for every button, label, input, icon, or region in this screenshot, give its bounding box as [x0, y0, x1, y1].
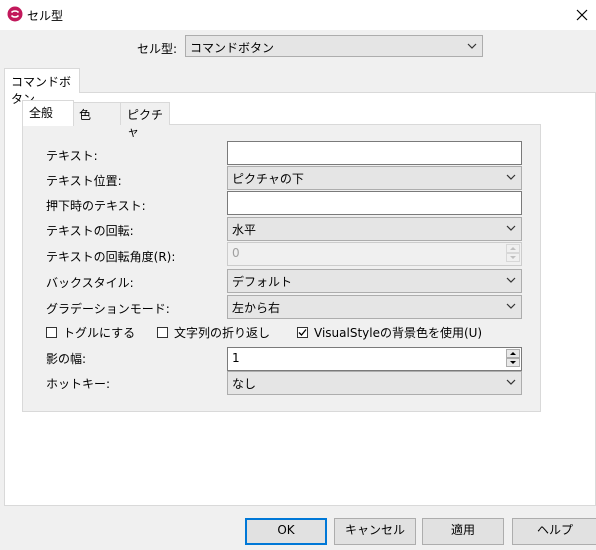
tab-command-button[interactable]: コマンドボタン [4, 68, 80, 106]
gradation-mode-label: グラデーションモード: [46, 302, 170, 316]
hotkey-select[interactable]: なし [227, 371, 522, 395]
spin-buttons [506, 244, 520, 262]
celltype-label: セル型: [137, 42, 178, 56]
gradation-mode-select[interactable]: 左から右 [227, 295, 522, 319]
gradation-mode-value: 左から右 [232, 301, 281, 315]
rotation-angle-label: テキストの回転角度(R): [46, 250, 176, 264]
text-position-value: ピクチャの下 [232, 172, 304, 186]
ok-button[interactable]: OK [245, 518, 327, 545]
checkbox-box [297, 326, 308, 338]
checkbox-box [157, 326, 168, 338]
tab-picture[interactable]: ピクチャ [120, 102, 170, 139]
spin-down-button[interactable] [506, 358, 520, 367]
text-label: テキスト: [46, 149, 98, 163]
text-input[interactable] [227, 141, 522, 165]
chevron-down-icon [506, 379, 516, 385]
close-button[interactable] [568, 2, 596, 28]
text-rotation-label: テキストの回転: [46, 224, 134, 238]
chevron-down-icon [506, 303, 516, 309]
back-style-label: バックスタイル: [46, 276, 134, 290]
toggle-checkbox[interactable]: トグルにする [46, 324, 135, 340]
pressed-text-input[interactable] [227, 191, 522, 215]
shadow-width-value: 1 [232, 351, 240, 365]
shadow-width-label: 影の幅: [46, 352, 87, 366]
back-style-select[interactable]: デフォルト [227, 269, 522, 293]
checkmark-icon [298, 328, 307, 336]
back-style-value: デフォルト [232, 275, 293, 289]
tab-color[interactable]: 色 [72, 102, 122, 125]
text-rotation-select[interactable]: 水平 [227, 217, 522, 241]
hotkey-value: なし [232, 377, 257, 391]
tab-general[interactable]: 全般 [22, 100, 74, 126]
rotation-angle-spinner[interactable]: 0 [227, 242, 522, 266]
chevron-down-icon [467, 43, 477, 49]
toggle-label: トグルにする [63, 325, 136, 340]
window-title: セル型 [27, 9, 64, 23]
wrap-checkbox[interactable]: 文字列の折り返し [157, 324, 270, 340]
chevron-down-icon [506, 174, 516, 180]
close-icon [576, 9, 588, 21]
text-position-select[interactable]: ピクチャの下 [227, 166, 522, 190]
chevron-down-icon [506, 277, 516, 283]
apply-button[interactable]: 適用 [422, 518, 504, 545]
text-position-label: テキスト位置: [46, 174, 122, 188]
hotkey-label: ホットキー: [46, 377, 111, 391]
visualstyle-label: VisualStyleの背景色を使用(U) [314, 325, 483, 340]
cancel-button[interactable]: キャンセル [334, 518, 416, 545]
caret-up-icon [510, 352, 516, 355]
chevron-down-icon [506, 225, 516, 231]
pressed-text-label: 押下時のテキスト: [46, 199, 146, 213]
rotation-angle-value: 0 [232, 246, 240, 260]
caret-down-icon [510, 361, 516, 364]
app-logo-icon [7, 6, 23, 22]
checkbox-box [46, 326, 57, 338]
shadow-width-spinner[interactable]: 1 [227, 347, 522, 371]
visualstyle-checkbox[interactable]: VisualStyleの背景色を使用(U) [297, 324, 482, 340]
celltype-value: コマンドボタン [190, 41, 275, 55]
tab-label: 全般 [29, 106, 54, 120]
tab-label: ピクチャ [127, 108, 164, 139]
spin-buttons [506, 349, 520, 367]
tab-label: 色 [79, 108, 92, 122]
help-button[interactable]: ヘルプ [512, 518, 596, 545]
spin-down-button[interactable] [506, 253, 520, 262]
caret-up-icon [510, 247, 516, 250]
text-rotation-value: 水平 [232, 223, 257, 237]
caret-down-icon [510, 256, 516, 259]
spin-up-button[interactable] [506, 244, 520, 253]
celltype-select[interactable]: コマンドボタン [185, 35, 483, 57]
title-bar [0, 0, 596, 30]
wrap-label: 文字列の折り返し [174, 325, 271, 340]
spin-up-button[interactable] [506, 349, 520, 358]
